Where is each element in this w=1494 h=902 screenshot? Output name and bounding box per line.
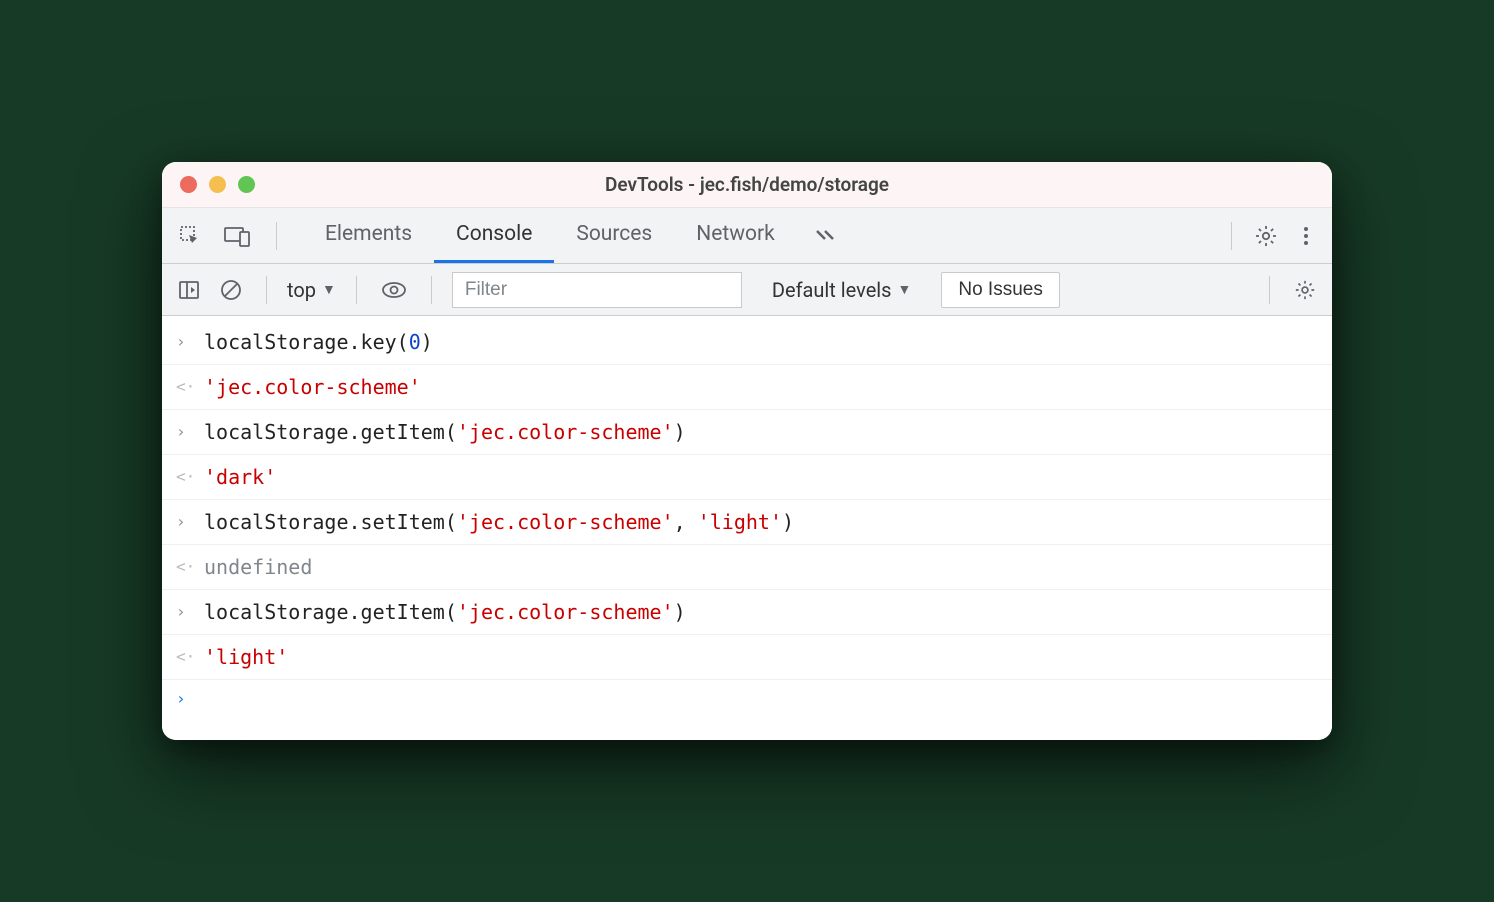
filter-input[interactable] xyxy=(452,272,742,308)
console-text: 'dark' xyxy=(204,462,276,492)
more-menu-icon[interactable] xyxy=(1292,220,1320,252)
maximize-button[interactable] xyxy=(238,176,255,193)
input-arrow-icon: › xyxy=(176,510,194,534)
input-arrow-icon: › xyxy=(176,600,194,624)
window-title: DevTools - jec.fish/demo/storage xyxy=(605,173,889,196)
context-selector[interactable]: top ▼ xyxy=(287,278,336,302)
console-prompt-row: › xyxy=(162,680,1332,718)
output-arrow-icon: <· xyxy=(176,375,194,399)
log-levels-selector[interactable]: Default levels ▼ xyxy=(772,278,912,302)
console-input-row: › localStorage.setItem('jec.color-scheme'… xyxy=(162,500,1332,545)
toggle-sidebar-icon[interactable] xyxy=(174,275,204,305)
output-arrow-icon: <· xyxy=(176,645,194,669)
console-output-row: <· 'jec.color-scheme' xyxy=(162,365,1332,410)
divider xyxy=(1231,222,1232,250)
context-label: top xyxy=(287,278,316,302)
live-expression-icon[interactable] xyxy=(377,276,411,304)
settings-icon[interactable] xyxy=(1250,220,1282,252)
console-text: undefined xyxy=(204,552,312,582)
output-arrow-icon: <· xyxy=(176,465,194,489)
console-text: localStorage.getItem('jec.color-scheme') xyxy=(204,597,686,627)
console-output-row: <· 'light' xyxy=(162,635,1332,680)
console-input-row: › localStorage.getItem('jec.color-scheme'… xyxy=(162,590,1332,635)
console-text: 'jec.color-scheme' xyxy=(204,372,421,402)
console-settings-icon[interactable] xyxy=(1290,275,1320,305)
tab-network[interactable]: Network xyxy=(674,208,797,263)
close-button[interactable] xyxy=(180,176,197,193)
tabbar: Elements Console Sources Network xyxy=(162,208,1332,264)
divider xyxy=(431,276,432,304)
console-input-row: › localStorage.getItem('jec.color-scheme'… xyxy=(162,410,1332,455)
tab-console[interactable]: Console xyxy=(434,208,554,263)
tabbar-left xyxy=(174,220,285,252)
input-arrow-icon: › xyxy=(176,420,194,444)
tab-elements[interactable]: Elements xyxy=(303,208,434,263)
console-text: localStorage.getItem('jec.color-scheme') xyxy=(204,417,686,447)
console-text: localStorage.key(0) xyxy=(204,327,433,357)
divider xyxy=(356,276,357,304)
prompt-arrow-icon: › xyxy=(176,687,194,711)
console-output-row: <· undefined xyxy=(162,545,1332,590)
console-output[interactable]: › localStorage.key(0) <· 'jec.color-scheme'… xyxy=(162,316,1332,740)
console-input-row: › localStorage.key(0) xyxy=(162,320,1332,365)
tabs: Elements Console Sources Network xyxy=(303,208,853,263)
console-text: 'light' xyxy=(204,642,288,672)
devtools-window: DevTools - jec.fish/demo/storage Element… xyxy=(162,162,1332,740)
console-toolbar: top ▼ Default levels ▼ No Issues xyxy=(162,264,1332,316)
device-toggle-icon[interactable] xyxy=(220,221,254,251)
console-text: localStorage.setItem('jec.color-scheme',… xyxy=(204,507,794,537)
clear-console-icon[interactable] xyxy=(216,275,246,305)
output-arrow-icon: <· xyxy=(176,555,194,579)
chevron-down-icon: ▼ xyxy=(898,281,912,298)
inspect-icon[interactable] xyxy=(174,220,206,252)
divider xyxy=(266,276,267,304)
input-arrow-icon: › xyxy=(176,330,194,354)
minimize-button[interactable] xyxy=(209,176,226,193)
divider xyxy=(1269,276,1270,304)
console-output-row: <· 'dark' xyxy=(162,455,1332,500)
tab-sources[interactable]: Sources xyxy=(554,208,674,263)
divider xyxy=(276,222,277,250)
titlebar: DevTools - jec.fish/demo/storage xyxy=(162,162,1332,208)
traffic-lights xyxy=(180,176,255,193)
tabs-overflow-icon[interactable] xyxy=(797,208,853,263)
log-levels-label: Default levels xyxy=(772,278,892,302)
issues-button[interactable]: No Issues xyxy=(941,272,1059,308)
chevron-down-icon: ▼ xyxy=(322,281,336,298)
tabbar-right xyxy=(1223,220,1320,252)
